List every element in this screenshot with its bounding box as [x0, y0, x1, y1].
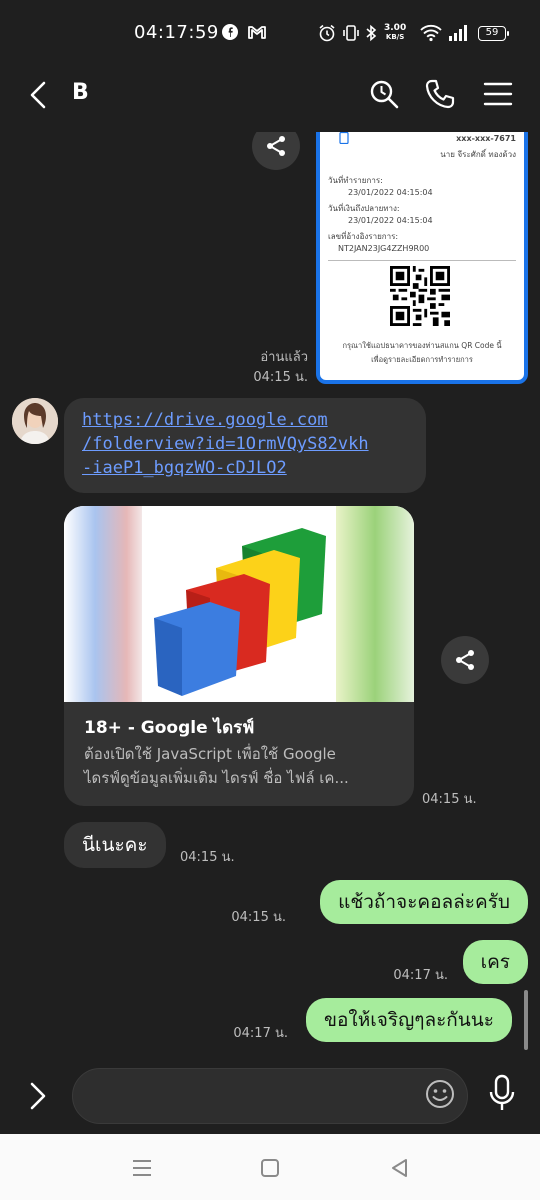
wifi-icon — [420, 24, 442, 42]
incoming-message-bubble[interactable]: นีเนะคะ — [64, 822, 166, 868]
scrollbar[interactable] — [524, 990, 528, 1050]
receipt-credit-label: วันที่เงินถึงปลายทาง: — [328, 204, 400, 213]
gmail-icon — [248, 26, 266, 39]
search-icon[interactable] — [368, 78, 400, 110]
vibrate-icon — [343, 25, 359, 41]
preview-description-line-1: ต้องเปิดใช้ JavaScript เพื่อใช้ Google — [84, 745, 336, 763]
qr-code — [390, 266, 450, 326]
message-composer — [0, 1058, 540, 1134]
system-navigation-bar — [0, 1134, 540, 1200]
bluetooth-icon — [366, 24, 377, 42]
google-drive-preview-image — [64, 506, 414, 702]
preview-title: 18+ - Google ไดรฟ์ — [84, 718, 255, 738]
back-nav-icon[interactable] — [386, 1154, 414, 1182]
receipt-image[interactable]: xxx-xxx-7671 นาย จีระศักดิ์ ทองด้วง วันท… — [316, 132, 528, 384]
link-preview-card[interactable]: 18+ - Google ไดรฟ์ ต้องเปิดใช้ JavaScrip… — [64, 506, 414, 806]
hamburger-icon[interactable] — [482, 78, 514, 110]
share-button[interactable] — [441, 636, 489, 684]
alarm-icon — [319, 24, 335, 42]
message-time: 04:17 น. — [393, 968, 448, 983]
recent-apps-icon[interactable] — [128, 1154, 156, 1182]
message-time: 04:15 น. — [231, 910, 286, 925]
chat-title[interactable]: B — [72, 80, 89, 105]
outgoing-message-bubble[interactable]: ขอให้เจริญๆละกันนะ — [306, 998, 512, 1042]
contact-avatar[interactable] — [12, 398, 58, 444]
message-list[interactable]: xxx-xxx-7671 นาย จีระศักดิ์ ทองด้วง วันท… — [0, 132, 540, 1058]
receipt-name: นาย จีระศักดิ์ ทองด้วง — [440, 150, 516, 159]
network-speed: 3.00 KB/S — [384, 24, 406, 42]
avatar-image — [12, 398, 58, 444]
message-text: ขอให้เจริญๆละกันนะ — [324, 1009, 494, 1031]
mic-icon[interactable] — [486, 1074, 518, 1114]
read-receipt: อ่านแล้ว — [260, 350, 308, 365]
receipt-date-value: 23/01/2022 04:15:04 — [348, 188, 433, 197]
preview-description: ต้องเปิดใช้ JavaScript เพื่อใช้ Google ไ… — [84, 742, 402, 790]
status-time: 04:17:59 — [134, 22, 219, 43]
message-time: 04:17 น. — [233, 1026, 288, 1041]
facebook-icon — [222, 24, 238, 40]
receipt-date-label: วันที่ทำรายการ: — [328, 176, 383, 185]
link-line-2[interactable]: /folderview?id=1OrmVQyS82vkh — [82, 432, 408, 456]
link-message-bubble[interactable]: https://drive.google.com /folderview?id=… — [64, 398, 426, 493]
receipt-phone: xxx-xxx-7671 — [456, 134, 516, 143]
receipt-ref-value: NT2JAN23JG4ZZH9R00 — [338, 244, 430, 253]
chevron-right-icon[interactable] — [26, 1080, 50, 1112]
message-input[interactable] — [72, 1068, 468, 1124]
message-text: แช้วถ้าจะคอลล่ะครับ — [338, 891, 510, 913]
network-speed-value: 3.00 — [384, 23, 407, 33]
share-icon — [456, 650, 474, 670]
preview-description-line-2: ไดรฟ์ดูข้อมูลเพิ่มเติม ไดรฟ์ ชื่อ ไฟล์ เ… — [84, 769, 349, 787]
message-text: เคร — [480, 951, 510, 973]
signal-icon — [449, 25, 467, 41]
status-bar: 04:17:59 3.00 KB/S 59 — [0, 0, 540, 56]
home-icon[interactable] — [256, 1154, 284, 1182]
link-line-1[interactable]: https://drive.google.com — [82, 408, 408, 432]
phone-icon[interactable] — [424, 78, 456, 110]
message-text: นีเนะคะ — [82, 834, 148, 856]
message-time: 04:15 น. — [253, 370, 308, 385]
share-button[interactable] — [252, 132, 300, 170]
receipt-credit-value: 23/01/2022 04:15:04 — [348, 216, 433, 225]
battery-indicator: 59 — [478, 26, 509, 41]
chevron-left-icon[interactable] — [26, 80, 50, 110]
emoji-icon[interactable] — [424, 1078, 456, 1110]
receipt-ref-label: เลขที่อ้างอิงรายการ: — [328, 232, 399, 241]
share-icon — [267, 136, 285, 156]
message-time: 04:15 น. — [180, 850, 235, 865]
outgoing-message-bubble[interactable]: เคร — [462, 940, 528, 984]
outgoing-message-bubble[interactable]: แช้วถ้าจะคอลล่ะครับ — [320, 880, 528, 924]
receipt-divider — [328, 260, 516, 261]
receipt-footer-2: เพื่อดูรายละเอียดการทำรายการ — [371, 355, 473, 364]
network-speed-unit: KB/S — [385, 33, 405, 41]
link-line-3[interactable]: -iaeP1_bgqzWO-cDJLO2 — [82, 456, 408, 480]
receipt-footer-1: กรุณาใช้แอปธนาคารของท่านสแกน QR Code นี้ — [342, 341, 502, 350]
chat-header: B — [0, 56, 540, 132]
message-time: 04:15 น. — [422, 792, 477, 807]
